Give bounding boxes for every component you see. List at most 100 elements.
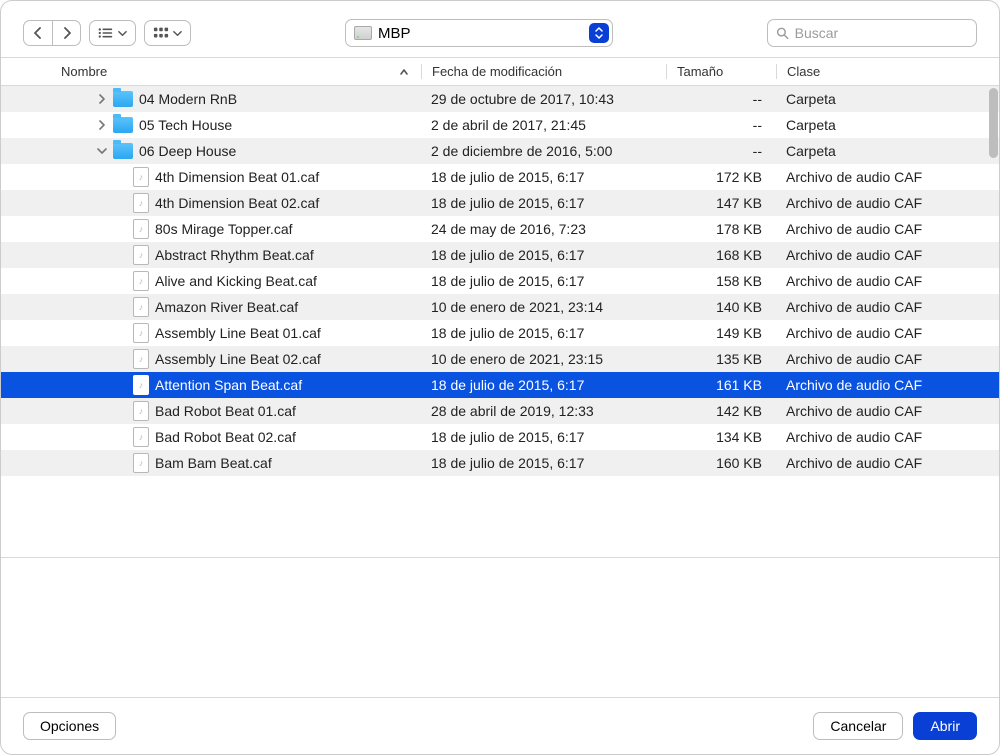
row-date: 18 de julio de 2015, 6:17 [421, 247, 666, 263]
forward-button[interactable] [52, 21, 80, 45]
row-kind: Archivo de audio CAF [776, 221, 999, 237]
file-row[interactable]: ♪ 4th Dimension Beat 01.caf 18 de julio de… [1, 164, 999, 190]
row-size: 160 KB [666, 455, 776, 471]
scrollbar[interactable] [989, 88, 998, 158]
options-label: Opciones [40, 718, 99, 734]
folder-row[interactable]: 04 Modern RnB29 de octubre de 2017, 10:4… [1, 86, 999, 112]
file-row[interactable]: ♪ Abstract Rhythm Beat.caf 18 de julio de … [1, 242, 999, 268]
row-date: 24 de may de 2016, 7:23 [421, 221, 666, 237]
audio-file-icon: ♪ [133, 297, 149, 317]
header-size[interactable]: Tamaño [666, 64, 776, 79]
row-size: 178 KB [666, 221, 776, 237]
chevron-right-icon [61, 27, 73, 39]
audio-file-icon: ♪ [133, 375, 149, 395]
row-name: Bad Robot Beat 01.caf [155, 403, 296, 419]
row-name: Attention Span Beat.caf [155, 377, 302, 393]
cancel-label: Cancelar [830, 718, 886, 734]
row-date: 18 de julio de 2015, 6:17 [421, 169, 666, 185]
row-size: 135 KB [666, 351, 776, 367]
audio-file-icon: ♪ [133, 271, 149, 291]
audio-file-icon: ♪ [133, 219, 149, 239]
column-headers: Nombre Fecha de modificación Tamaño Clas… [1, 57, 999, 86]
row-size: -- [666, 143, 776, 159]
row-date: 18 de julio de 2015, 6:17 [421, 429, 666, 445]
chevron-down-icon [118, 29, 127, 38]
file-list[interactable]: 04 Modern RnB29 de octubre de 2017, 10:4… [1, 86, 999, 557]
folder-row[interactable]: 05 Tech House 2 de abril de 2017, 21:45--… [1, 112, 999, 138]
row-size: 168 KB [666, 247, 776, 263]
row-name: 4th Dimension Beat 02.caf [155, 195, 319, 211]
row-date: 10 de enero de 2021, 23:14 [421, 299, 666, 315]
chevron-down-icon [173, 29, 182, 38]
drive-icon [354, 26, 372, 40]
row-size: 172 KB [666, 169, 776, 185]
header-kind[interactable]: Clase [776, 64, 999, 79]
file-row[interactable]: ♪80s Mirage Topper.caf24 de may de 2016,… [1, 216, 999, 242]
folder-icon [113, 143, 133, 159]
location-popup[interactable]: MBP [345, 19, 613, 47]
row-name: Assembly Line Beat 01.caf [155, 325, 321, 341]
file-row[interactable]: ♪ Attention Span Beat.caf 18 de julio de 2… [1, 372, 999, 398]
row-kind: Archivo de audio CAF [776, 377, 999, 393]
location-label: MBP [378, 25, 411, 42]
file-row[interactable]: ♪Bam Bam Beat.caf18 de julio de 2015, 6:… [1, 450, 999, 476]
disclosure-triangle[interactable] [97, 146, 107, 156]
file-row[interactable]: ♪Bad Robot Beat 02.caf18 de julio de 201… [1, 424, 999, 450]
row-kind: Archivo de audio CAF [776, 455, 999, 471]
search-input[interactable] [795, 25, 968, 41]
row-size: 149 KB [666, 325, 776, 341]
row-date: 10 de enero de 2021, 23:15 [421, 351, 666, 367]
audio-file-icon: ♪ [133, 323, 149, 343]
row-name: 4th Dimension Beat 01.caf [155, 169, 319, 185]
row-name: Abstract Rhythm Beat.caf [155, 247, 314, 263]
file-row[interactable]: ♪ Assembly Line Beat 01.caf 18 de julio de… [1, 320, 999, 346]
header-name[interactable]: Nombre [1, 64, 421, 79]
view-list-button[interactable] [89, 20, 136, 46]
row-size: -- [666, 117, 776, 133]
row-date: 29 de octubre de 2017, 10:43 [421, 91, 666, 107]
row-size: 158 KB [666, 273, 776, 289]
row-kind: Archivo de audio CAF [776, 429, 999, 445]
header-size-label: Tamaño [677, 64, 723, 79]
file-row[interactable]: ♪ Assembly Line Beat 02.caf 10 de enero de… [1, 346, 999, 372]
file-row[interactable]: ♪Alive and Kicking Beat.caf18 de julio d… [1, 268, 999, 294]
audio-file-icon: ♪ [133, 245, 149, 265]
row-kind: Archivo de audio CAF [776, 273, 999, 289]
row-date: 18 de julio de 2015, 6:17 [421, 325, 666, 341]
audio-file-icon: ♪ [133, 453, 149, 473]
disclosure-triangle[interactable] [97, 94, 107, 104]
row-name: Assembly Line Beat 02.caf [155, 351, 321, 367]
audio-file-icon: ♪ [133, 167, 149, 187]
file-row[interactable]: ♪Amazon River Beat.caf10 de enero de 202… [1, 294, 999, 320]
row-kind: Carpeta [776, 117, 999, 133]
row-kind: Archivo de audio CAF [776, 195, 999, 211]
search-field[interactable] [767, 19, 977, 47]
row-size: 142 KB [666, 403, 776, 419]
cancel-button[interactable]: Cancelar [813, 712, 903, 740]
options-button[interactable]: Opciones [23, 712, 116, 740]
file-row[interactable]: ♪4th Dimension Beat 02.caf18 de julio de… [1, 190, 999, 216]
row-date: 2 de abril de 2017, 21:45 [421, 117, 666, 133]
header-name-label: Nombre [61, 64, 107, 79]
file-row[interactable]: ♪ Bad Robot Beat 01.caf 28 de abril de 201… [1, 398, 999, 424]
chevron-left-icon [32, 27, 44, 39]
row-size: 147 KB [666, 195, 776, 211]
view-grid-button[interactable] [144, 20, 191, 46]
list-icon [98, 26, 114, 40]
audio-file-icon: ♪ [133, 349, 149, 369]
row-date: 18 de julio de 2015, 6:17 [421, 377, 666, 393]
folder-row[interactable]: 06 Deep House2 de diciembre de 2016, 5:0… [1, 138, 999, 164]
open-button[interactable]: Abrir [913, 712, 977, 740]
row-date: 28 de abril de 2019, 12:33 [421, 403, 666, 419]
back-button[interactable] [24, 21, 52, 45]
disclosure-triangle[interactable] [97, 120, 107, 130]
grid-icon [153, 26, 169, 40]
audio-file-icon: ♪ [133, 401, 149, 421]
nav-back-forward [23, 20, 81, 46]
row-name: Bam Bam Beat.caf [155, 455, 272, 471]
row-name: 05 Tech House [139, 117, 232, 133]
sort-asc-icon [399, 67, 409, 77]
row-name: 06 Deep House [139, 143, 236, 159]
row-kind: Archivo de audio CAF [776, 247, 999, 263]
header-date[interactable]: Fecha de modificación [421, 64, 666, 79]
